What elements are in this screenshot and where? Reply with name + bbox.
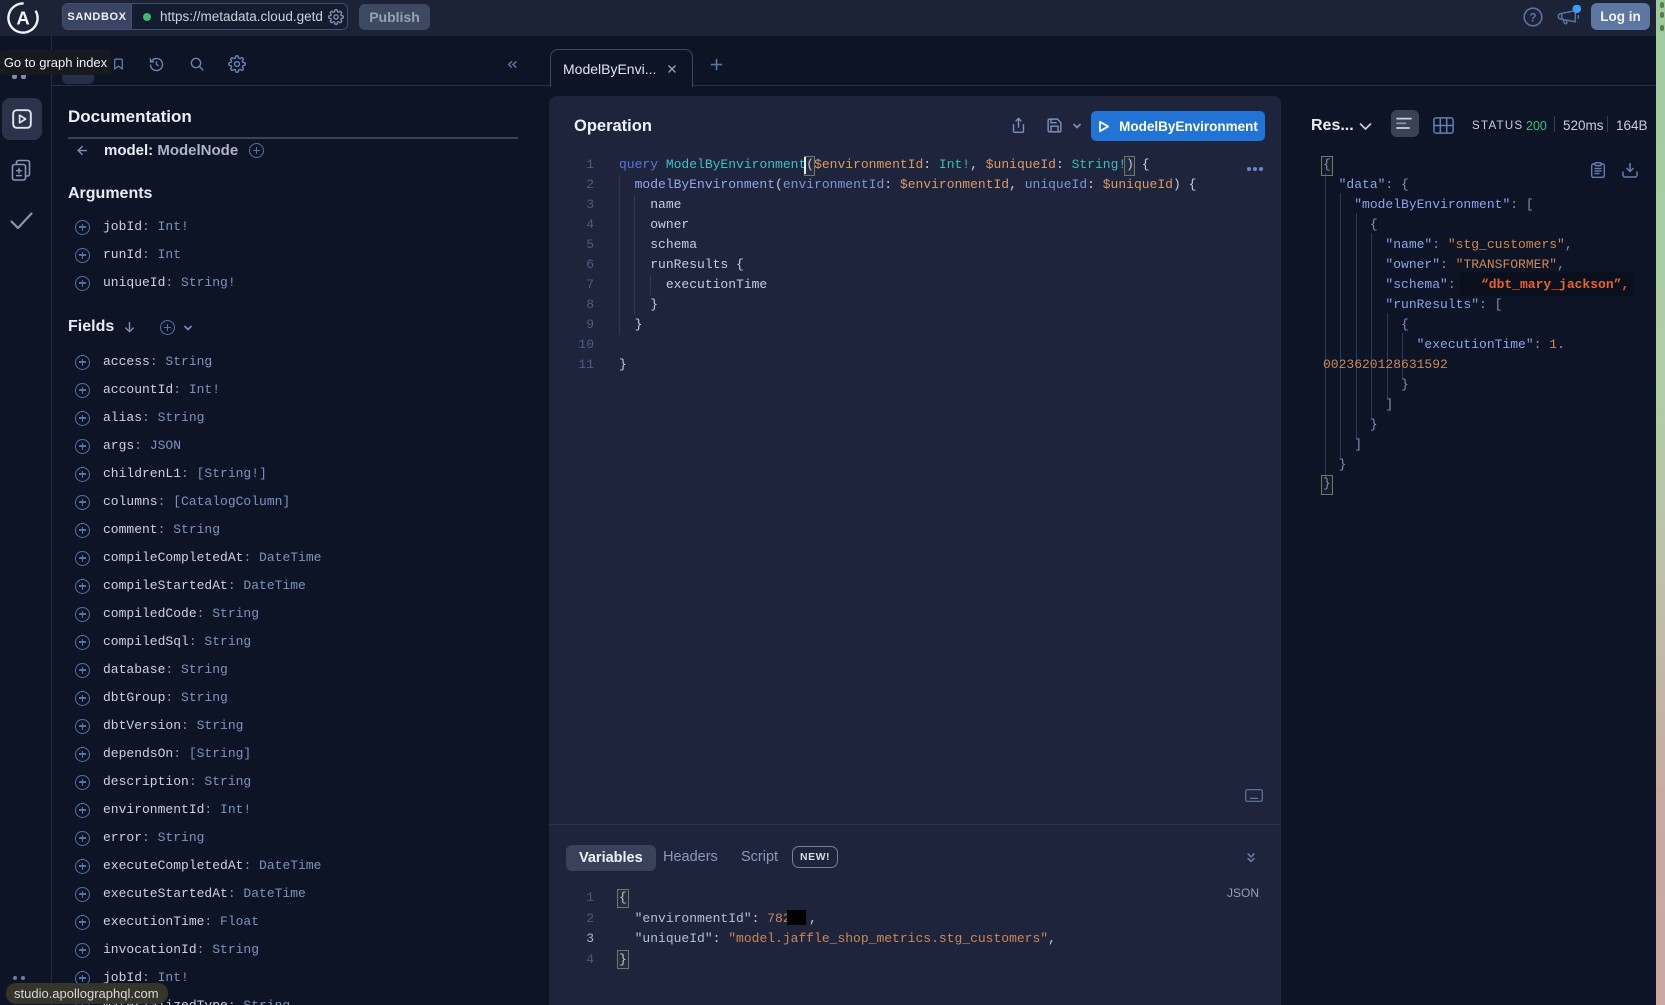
- svg-text:?: ?: [1529, 12, 1536, 24]
- svg-text:A: A: [16, 8, 29, 29]
